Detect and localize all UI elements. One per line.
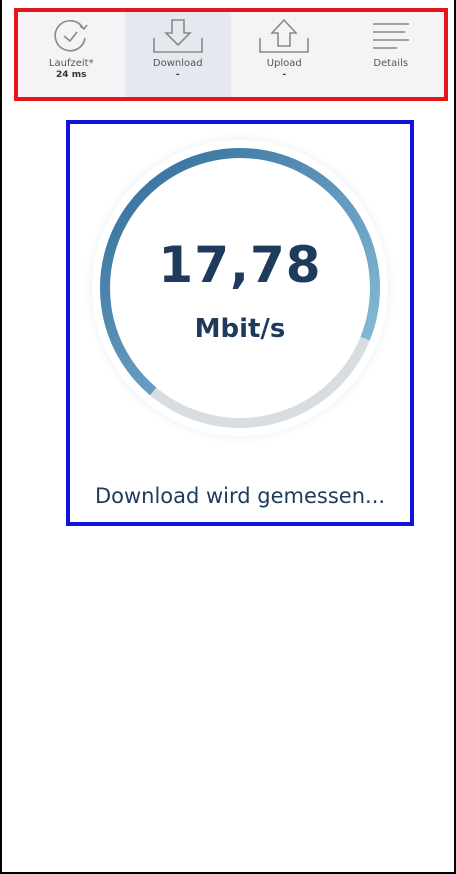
tab-laufzeit[interactable]: Laufzeit* 24 ms bbox=[18, 12, 125, 97]
gauge-check-icon bbox=[41, 16, 101, 56]
measurement-status: Download wird gemessen... bbox=[94, 484, 386, 508]
tab-bar: Laufzeit* 24 ms Download - Upload - Deta… bbox=[14, 8, 448, 101]
download-icon bbox=[148, 16, 208, 56]
tab-download[interactable]: Download - bbox=[124, 12, 231, 97]
tab-download-label: Download bbox=[152, 58, 203, 69]
tab-details-label: Details bbox=[373, 58, 409, 69]
speed-value: 17,78 bbox=[158, 236, 322, 294]
tab-upload-label: Upload bbox=[266, 58, 302, 69]
speed-unit: Mbit/s bbox=[194, 314, 286, 344]
tab-laufzeit-label: Laufzeit* bbox=[48, 58, 94, 69]
tab-download-value: - bbox=[175, 70, 180, 80]
tab-upload-value: - bbox=[282, 70, 287, 80]
app-screen: Laufzeit* 24 ms Download - Upload - Deta… bbox=[0, 0, 456, 874]
tab-details[interactable]: Details bbox=[338, 12, 445, 97]
upload-icon bbox=[254, 16, 314, 56]
tab-laufzeit-value: 24 ms bbox=[56, 70, 87, 80]
speed-gauge-panel: 17,78 Mbit/s Download wird gemessen... bbox=[66, 120, 414, 526]
tab-upload[interactable]: Upload - bbox=[231, 12, 338, 97]
menu-lines-icon bbox=[361, 16, 421, 56]
